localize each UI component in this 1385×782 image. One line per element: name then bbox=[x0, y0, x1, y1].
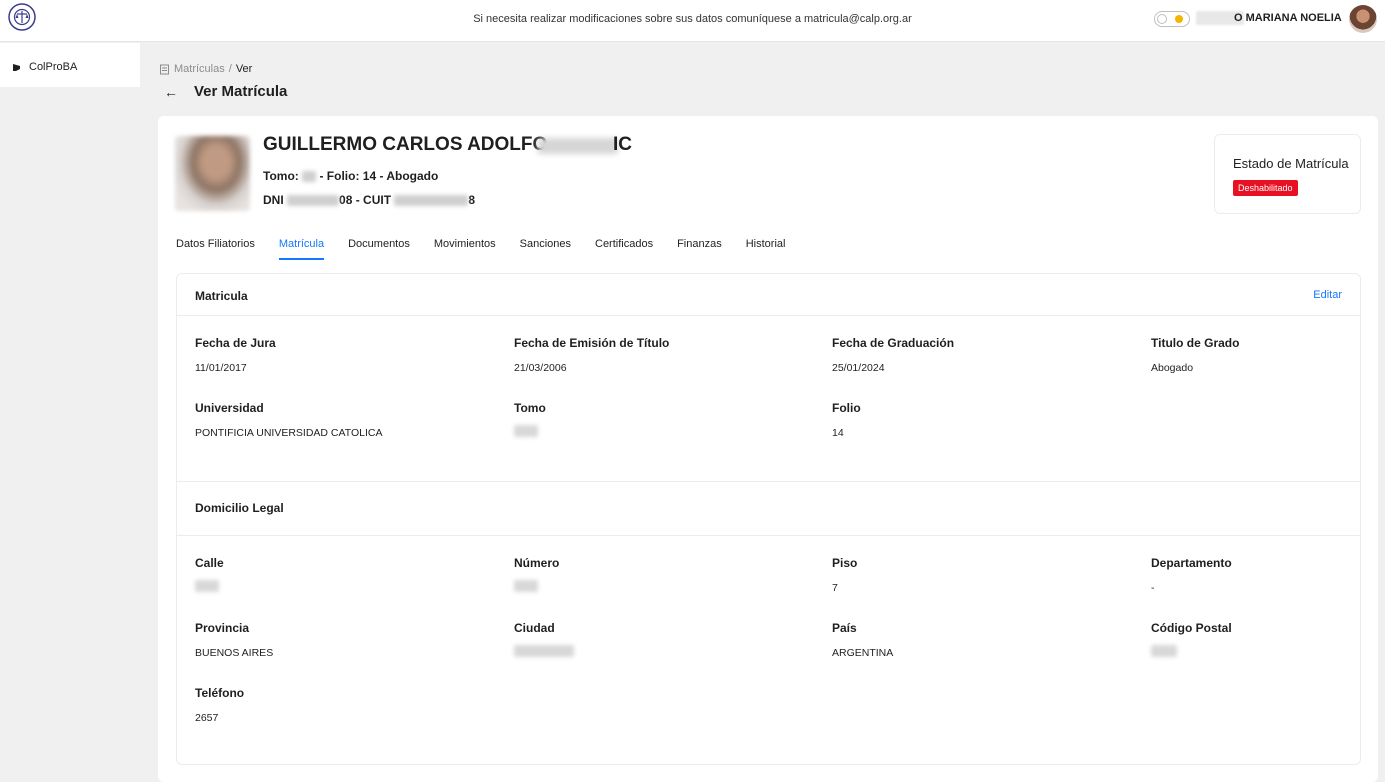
breadcrumb-parent[interactable]: Matrículas bbox=[174, 63, 225, 75]
field-tomo: Tomo bbox=[514, 401, 546, 442]
status-badge: Deshabilitado bbox=[1233, 180, 1298, 196]
field-provincia: Provincia BUENOS AIRES bbox=[195, 621, 273, 659]
calle-value-redacted bbox=[195, 580, 219, 592]
tomo-redacted bbox=[302, 171, 317, 183]
sidebar: ColProBA bbox=[0, 43, 140, 87]
tab-matricula[interactable]: Matrícula bbox=[278, 238, 325, 260]
field-pais: País ARGENTINA bbox=[832, 621, 893, 659]
ciudad-value-redacted bbox=[514, 645, 574, 657]
person-name-suffix: IC bbox=[613, 134, 632, 155]
estado-card: Estado de Matrícula Deshabilitado bbox=[1214, 134, 1361, 214]
field-calle: Calle bbox=[195, 556, 224, 597]
field-label: Calle bbox=[195, 556, 224, 570]
breadcrumb-current: Ver bbox=[235, 63, 253, 75]
name-redacted bbox=[538, 138, 618, 154]
breadcrumb-separator: / bbox=[228, 63, 232, 75]
cuit-end: 8 bbox=[468, 193, 476, 207]
field-label: Código Postal bbox=[1151, 621, 1232, 635]
field-value: BUENOS AIRES bbox=[195, 647, 274, 659]
numero-value-redacted bbox=[514, 580, 538, 592]
dni-redacted bbox=[287, 195, 340, 207]
avatar[interactable] bbox=[1349, 5, 1377, 33]
field-value: 2657 bbox=[195, 712, 219, 724]
main-card: GUILLERMO CARLOS ADOLFO IC Tomo: - Folio… bbox=[158, 116, 1378, 782]
field-label: Piso bbox=[832, 556, 858, 570]
profile-photo bbox=[175, 136, 250, 211]
field-label: Folio bbox=[832, 401, 861, 415]
estado-label: Estado de Matrícula bbox=[1233, 156, 1349, 171]
sun-icon bbox=[1175, 15, 1183, 23]
user-name[interactable]: O MARIANA NOELIA bbox=[1234, 12, 1342, 24]
field-label: Fecha de Jura bbox=[195, 336, 276, 350]
field-numero: Número bbox=[514, 556, 559, 597]
field-label: Ciudad bbox=[514, 621, 555, 635]
field-label: Fecha de Emisión de Título bbox=[514, 336, 670, 350]
tab-certificados[interactable]: Certificados bbox=[595, 238, 653, 260]
field-value: 21/03/2006 bbox=[514, 362, 567, 374]
field-label: Departamento bbox=[1151, 556, 1232, 570]
tomo-prefix: Tomo: bbox=[263, 169, 299, 183]
field-value: ARGENTINA bbox=[832, 647, 894, 659]
document-icon bbox=[160, 64, 169, 74]
field-folio: Folio 14 bbox=[832, 401, 861, 439]
field-value: 25/01/2024 bbox=[832, 362, 885, 374]
cuit-redacted bbox=[394, 195, 469, 207]
top-bar: Si necesita realizar modificaciones sobr… bbox=[0, 0, 1385, 42]
field-value: - bbox=[1151, 582, 1155, 594]
field-value: PONTIFICIA UNIVERSIDAD CATOLICA bbox=[195, 427, 383, 439]
field-label: Tomo bbox=[514, 401, 546, 415]
field-universidad: Universidad PONTIFICIA UNIVERSIDAD CATOL… bbox=[195, 401, 382, 439]
matricula-section-header: Matricula Editar bbox=[177, 274, 1360, 316]
tomo-value-redacted bbox=[514, 425, 538, 437]
edit-button[interactable]: Editar bbox=[1313, 289, 1342, 301]
field-ciudad: Ciudad bbox=[514, 621, 574, 662]
domicilio-title: Domicilio Legal bbox=[195, 501, 284, 515]
tomo-folio-line: Tomo: - Folio: 14 - Abogado bbox=[263, 169, 438, 183]
field-telefono: Teléfono 2657 bbox=[195, 686, 244, 724]
field-label: Teléfono bbox=[195, 686, 245, 700]
tab-finanzas[interactable]: Finanzas bbox=[677, 238, 722, 260]
back-arrow-icon[interactable]: ← bbox=[164, 84, 178, 100]
field-fecha-jura: Fecha de Jura 11/01/2017 bbox=[195, 336, 276, 374]
person-name: GUILLERMO CARLOS ADOLFO bbox=[263, 134, 548, 155]
tab-bar: Datos Filiatorios Matrícula Documentos M… bbox=[176, 238, 809, 260]
field-label: Universidad bbox=[195, 401, 264, 415]
page-title: Ver Matrícula bbox=[194, 83, 288, 100]
field-value: Abogado bbox=[1151, 362, 1194, 374]
matricula-panel: Matricula Editar Fecha de Jura 11/01/201… bbox=[176, 273, 1361, 765]
field-label: Número bbox=[514, 556, 560, 570]
dni-mid: 08 - CUIT bbox=[339, 193, 392, 207]
tab-movimientos[interactable]: Movimientos bbox=[434, 238, 496, 260]
field-label: Titulo de Grado bbox=[1151, 336, 1240, 350]
dni-cuit-line: DNI 08 - CUIT 8 bbox=[263, 193, 475, 207]
field-codigo-postal: Código Postal bbox=[1151, 621, 1232, 662]
field-value: 11/01/2017 bbox=[195, 362, 247, 374]
field-label: País bbox=[832, 621, 857, 635]
matricula-title: Matricula bbox=[195, 289, 248, 303]
breadcrumb: Matrículas / Ver bbox=[159, 63, 252, 75]
field-value: 7 bbox=[832, 582, 838, 594]
sidebar-item-label: ColProBA bbox=[29, 61, 78, 73]
sidebar-item-colproba[interactable]: ColProBA bbox=[12, 61, 77, 73]
field-fecha-emision: Fecha de Emisión de Título 21/03/2006 bbox=[514, 336, 669, 374]
field-label: Fecha de Graduación bbox=[832, 336, 955, 350]
field-fecha-graduacion: Fecha de Graduación 25/01/2024 bbox=[832, 336, 954, 374]
dot-icon bbox=[13, 63, 20, 71]
field-piso: Piso 7 bbox=[832, 556, 857, 594]
field-titulo: Titulo de Grado Abogado bbox=[1151, 336, 1239, 374]
field-value: 14 bbox=[832, 427, 844, 439]
tab-datos-filiatorios[interactable]: Datos Filiatorios bbox=[176, 238, 255, 260]
page-header: ← Ver Matrícula bbox=[164, 83, 287, 100]
toggle-knob bbox=[1157, 14, 1167, 24]
field-departamento: Departamento - bbox=[1151, 556, 1232, 594]
theme-toggle[interactable] bbox=[1154, 11, 1190, 27]
dni-prefix: DNI bbox=[263, 193, 284, 207]
tab-documentos[interactable]: Documentos bbox=[348, 238, 410, 260]
tab-sanciones[interactable]: Sanciones bbox=[520, 238, 571, 260]
domicilio-section-header: Domicilio Legal bbox=[177, 481, 1360, 536]
tomo-rest: - Folio: 14 - Abogado bbox=[319, 169, 439, 183]
field-label: Provincia bbox=[195, 621, 250, 635]
tab-historial[interactable]: Historial bbox=[746, 238, 786, 260]
codigo-postal-value-redacted bbox=[1151, 645, 1177, 657]
